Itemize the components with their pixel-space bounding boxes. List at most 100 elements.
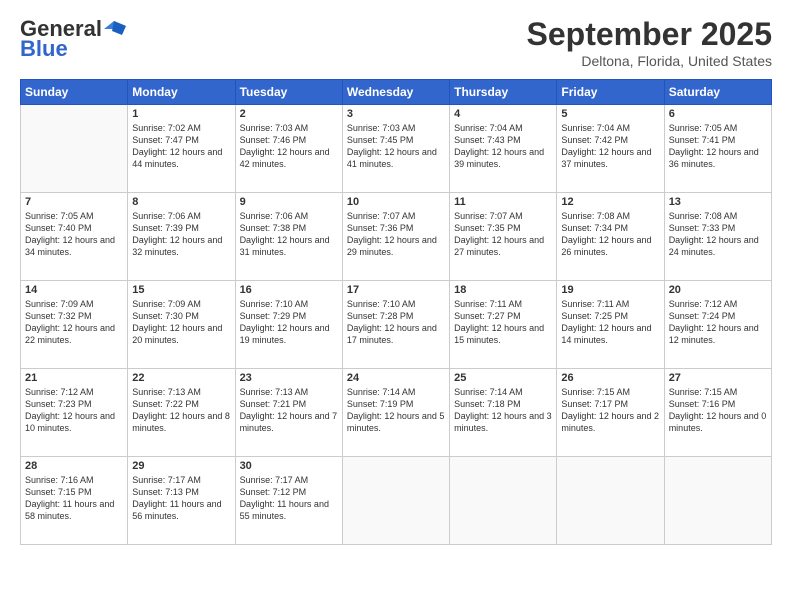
day-info: Sunrise: 7:03 AM Sunset: 7:45 PM Dayligh… [347,122,445,171]
day-number: 30 [240,460,338,472]
title-block: September 2025 Deltona, Florida, United … [527,16,772,69]
table-row: 15 Sunrise: 7:09 AM Sunset: 7:30 PM Dayl… [128,281,235,369]
day-info: Sunrise: 7:07 AM Sunset: 7:35 PM Dayligh… [454,210,552,259]
day-info: Sunrise: 7:04 AM Sunset: 7:42 PM Dayligh… [561,122,659,171]
day-number: 16 [240,284,338,296]
table-row: 30 Sunrise: 7:17 AM Sunset: 7:12 PM Dayl… [235,457,342,545]
day-info: Sunrise: 7:13 AM Sunset: 7:22 PM Dayligh… [132,386,230,435]
table-row: 2 Sunrise: 7:03 AM Sunset: 7:46 PM Dayli… [235,105,342,193]
calendar-week-row: 7 Sunrise: 7:05 AM Sunset: 7:40 PM Dayli… [21,193,772,281]
calendar-week-row: 14 Sunrise: 7:09 AM Sunset: 7:32 PM Dayl… [21,281,772,369]
day-info: Sunrise: 7:07 AM Sunset: 7:36 PM Dayligh… [347,210,445,259]
table-row: 8 Sunrise: 7:06 AM Sunset: 7:39 PM Dayli… [128,193,235,281]
table-row: 16 Sunrise: 7:10 AM Sunset: 7:29 PM Dayl… [235,281,342,369]
day-number: 15 [132,284,230,296]
month-title: September 2025 [527,16,772,53]
day-number: 24 [347,372,445,384]
table-row: 27 Sunrise: 7:15 AM Sunset: 7:16 PM Dayl… [664,369,771,457]
day-info: Sunrise: 7:10 AM Sunset: 7:28 PM Dayligh… [347,298,445,347]
table-row: 19 Sunrise: 7:11 AM Sunset: 7:25 PM Dayl… [557,281,664,369]
day-number: 2 [240,108,338,120]
calendar-table: Sunday Monday Tuesday Wednesday Thursday… [20,79,772,545]
col-saturday: Saturday [664,80,771,105]
day-number: 18 [454,284,552,296]
day-number: 4 [454,108,552,120]
day-info: Sunrise: 7:09 AM Sunset: 7:32 PM Dayligh… [25,298,123,347]
day-info: Sunrise: 7:09 AM Sunset: 7:30 PM Dayligh… [132,298,230,347]
day-info: Sunrise: 7:14 AM Sunset: 7:18 PM Dayligh… [454,386,552,435]
day-number: 19 [561,284,659,296]
day-info: Sunrise: 7:06 AM Sunset: 7:38 PM Dayligh… [240,210,338,259]
calendar-week-row: 28 Sunrise: 7:16 AM Sunset: 7:15 PM Dayl… [21,457,772,545]
day-number: 29 [132,460,230,472]
day-number: 26 [561,372,659,384]
logo-bird-icon [104,21,126,37]
table-row [664,457,771,545]
day-info: Sunrise: 7:12 AM Sunset: 7:23 PM Dayligh… [25,386,123,435]
day-number: 25 [454,372,552,384]
day-number: 21 [25,372,123,384]
day-info: Sunrise: 7:05 AM Sunset: 7:41 PM Dayligh… [669,122,767,171]
day-number: 22 [132,372,230,384]
day-info: Sunrise: 7:11 AM Sunset: 7:25 PM Dayligh… [561,298,659,347]
table-row: 7 Sunrise: 7:05 AM Sunset: 7:40 PM Dayli… [21,193,128,281]
day-info: Sunrise: 7:08 AM Sunset: 7:33 PM Dayligh… [669,210,767,259]
day-info: Sunrise: 7:15 AM Sunset: 7:17 PM Dayligh… [561,386,659,435]
calendar-week-row: 21 Sunrise: 7:12 AM Sunset: 7:23 PM Dayl… [21,369,772,457]
day-info: Sunrise: 7:12 AM Sunset: 7:24 PM Dayligh… [669,298,767,347]
day-number: 17 [347,284,445,296]
table-row: 20 Sunrise: 7:12 AM Sunset: 7:24 PM Dayl… [664,281,771,369]
day-number: 10 [347,196,445,208]
day-number: 6 [669,108,767,120]
day-info: Sunrise: 7:05 AM Sunset: 7:40 PM Dayligh… [25,210,123,259]
day-number: 14 [25,284,123,296]
table-row: 18 Sunrise: 7:11 AM Sunset: 7:27 PM Dayl… [450,281,557,369]
logo: General Blue [20,16,126,62]
table-row: 10 Sunrise: 7:07 AM Sunset: 7:36 PM Dayl… [342,193,449,281]
day-number: 28 [25,460,123,472]
table-row [342,457,449,545]
table-row: 5 Sunrise: 7:04 AM Sunset: 7:42 PM Dayli… [557,105,664,193]
day-number: 11 [454,196,552,208]
day-info: Sunrise: 7:03 AM Sunset: 7:46 PM Dayligh… [240,122,338,171]
day-info: Sunrise: 7:16 AM Sunset: 7:15 PM Dayligh… [25,474,123,523]
col-friday: Friday [557,80,664,105]
location: Deltona, Florida, United States [527,53,772,69]
logo-blue-text: Blue [20,36,68,62]
table-row: 6 Sunrise: 7:05 AM Sunset: 7:41 PM Dayli… [664,105,771,193]
day-number: 7 [25,196,123,208]
day-info: Sunrise: 7:17 AM Sunset: 7:13 PM Dayligh… [132,474,230,523]
table-row: 4 Sunrise: 7:04 AM Sunset: 7:43 PM Dayli… [450,105,557,193]
table-row: 11 Sunrise: 7:07 AM Sunset: 7:35 PM Dayl… [450,193,557,281]
day-info: Sunrise: 7:10 AM Sunset: 7:29 PM Dayligh… [240,298,338,347]
table-row: 26 Sunrise: 7:15 AM Sunset: 7:17 PM Dayl… [557,369,664,457]
day-number: 20 [669,284,767,296]
col-sunday: Sunday [21,80,128,105]
day-number: 23 [240,372,338,384]
day-info: Sunrise: 7:04 AM Sunset: 7:43 PM Dayligh… [454,122,552,171]
table-row: 17 Sunrise: 7:10 AM Sunset: 7:28 PM Dayl… [342,281,449,369]
day-info: Sunrise: 7:06 AM Sunset: 7:39 PM Dayligh… [132,210,230,259]
day-number: 3 [347,108,445,120]
day-number: 1 [132,108,230,120]
table-row [21,105,128,193]
table-row: 28 Sunrise: 7:16 AM Sunset: 7:15 PM Dayl… [21,457,128,545]
table-row: 1 Sunrise: 7:02 AM Sunset: 7:47 PM Dayli… [128,105,235,193]
header: General Blue September 2025 Deltona, Flo… [20,16,772,69]
table-row: 13 Sunrise: 7:08 AM Sunset: 7:33 PM Dayl… [664,193,771,281]
table-row [557,457,664,545]
table-row: 12 Sunrise: 7:08 AM Sunset: 7:34 PM Dayl… [557,193,664,281]
table-row: 9 Sunrise: 7:06 AM Sunset: 7:38 PM Dayli… [235,193,342,281]
day-info: Sunrise: 7:11 AM Sunset: 7:27 PM Dayligh… [454,298,552,347]
day-info: Sunrise: 7:08 AM Sunset: 7:34 PM Dayligh… [561,210,659,259]
day-number: 9 [240,196,338,208]
table-row: 29 Sunrise: 7:17 AM Sunset: 7:13 PM Dayl… [128,457,235,545]
table-row: 22 Sunrise: 7:13 AM Sunset: 7:22 PM Dayl… [128,369,235,457]
table-row: 14 Sunrise: 7:09 AM Sunset: 7:32 PM Dayl… [21,281,128,369]
col-tuesday: Tuesday [235,80,342,105]
table-row: 25 Sunrise: 7:14 AM Sunset: 7:18 PM Dayl… [450,369,557,457]
table-row: 24 Sunrise: 7:14 AM Sunset: 7:19 PM Dayl… [342,369,449,457]
day-info: Sunrise: 7:13 AM Sunset: 7:21 PM Dayligh… [240,386,338,435]
table-row: 21 Sunrise: 7:12 AM Sunset: 7:23 PM Dayl… [21,369,128,457]
day-number: 27 [669,372,767,384]
